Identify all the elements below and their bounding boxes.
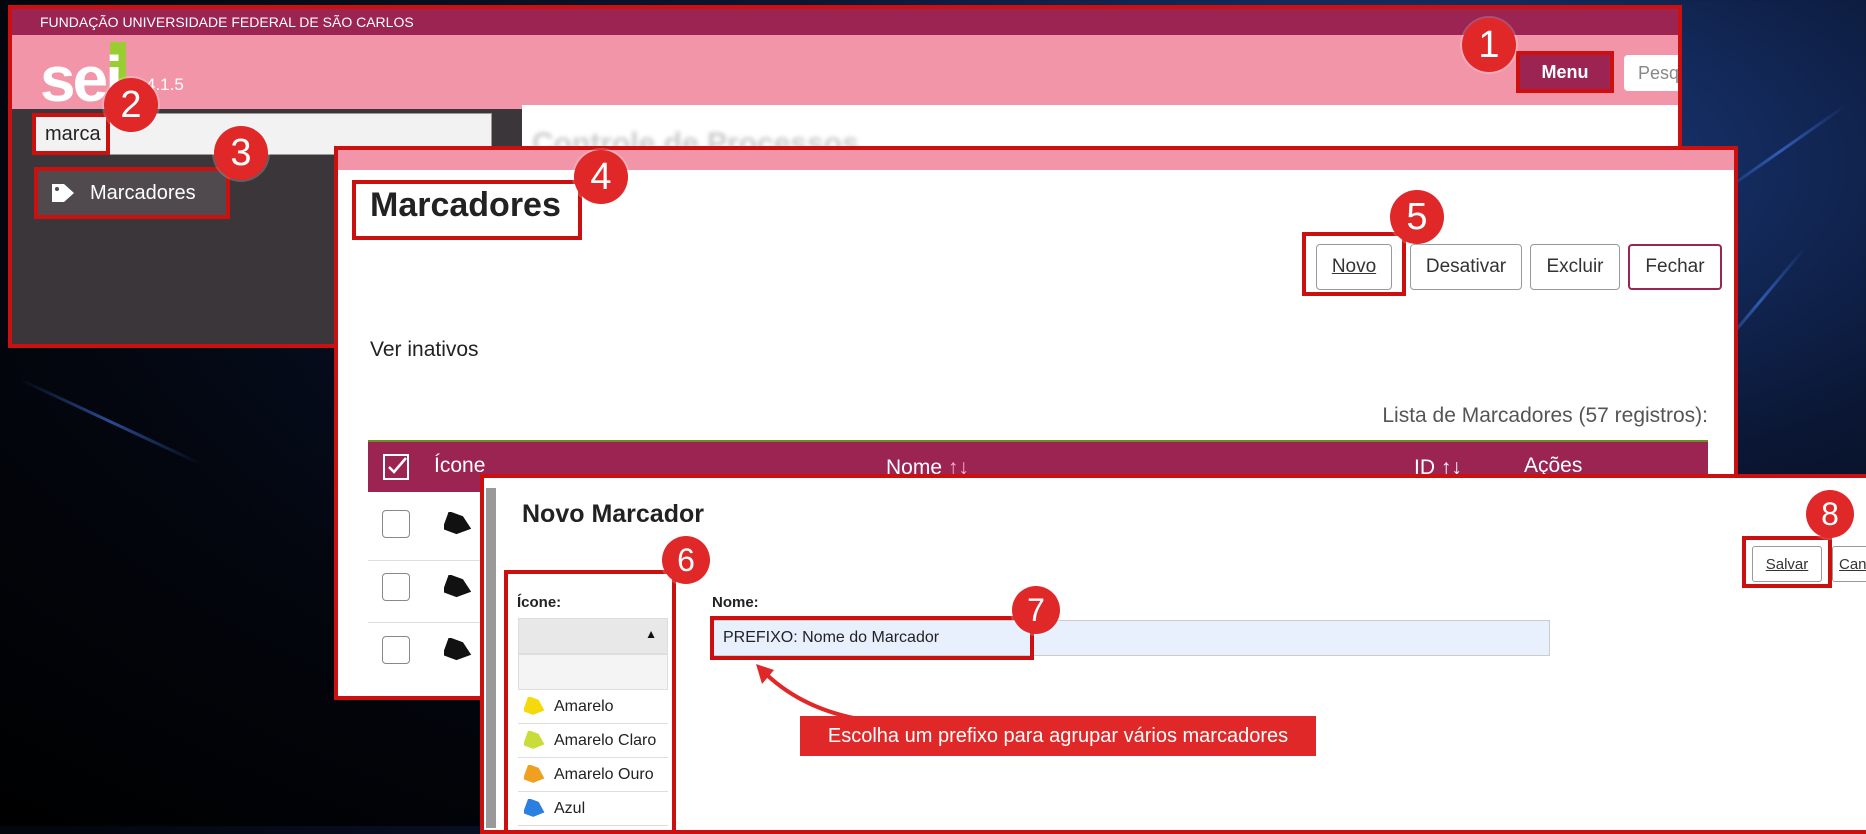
tag-light-yellow-icon [524,730,545,749]
step-badge-7: 7 [1012,586,1060,634]
excluir-button[interactable]: Excluir [1530,244,1620,290]
cancelar-button[interactable]: Canc [1832,546,1866,582]
tag-icon [444,512,472,535]
icone-label: Ícone: [517,594,562,611]
row-checkbox[interactable] [382,510,410,538]
fechar-button[interactable]: Fechar [1628,244,1722,290]
salvar-highlight [1742,536,1832,588]
hint-tooltip: Escolha um prefixo para agrupar vários m… [800,716,1316,756]
icon-option-amarelo-ouro[interactable]: Amarelo Ouro [518,758,668,792]
page-title: Marcadores [370,186,561,224]
menu-item-marcadores[interactable]: Marcadores [34,167,230,219]
search-pesquisa-input[interactable]: Pesq [1624,55,1678,91]
step-badge-5: 5 [1390,190,1444,244]
step-badge-6: 6 [662,536,710,584]
icon-option-azul[interactable]: Azul [518,792,668,826]
tag-icon [50,182,76,204]
row-checkbox[interactable] [382,573,410,601]
institution-bar: FUNDAÇÃO UNIVERSIDADE FEDERAL DE SÃO CAR… [12,9,1678,35]
dialog-title: Novo Marcador [522,500,704,528]
menu-item-label: Marcadores [90,181,196,204]
caret-up-icon: ▲ [645,627,657,641]
nome-label: Nome: [712,594,759,611]
option-label: Amarelo [554,697,614,715]
desativar-button[interactable]: Desativar [1410,244,1522,290]
tag-gold-icon [524,764,545,783]
scrollbar[interactable] [486,488,496,828]
header-band [338,150,1734,170]
background-streak [18,377,202,466]
list-caption: Lista de Marcadores (57 registros): [1382,404,1708,427]
tag-yellow-icon [524,696,545,715]
row-checkbox[interactable] [382,636,410,664]
novo-marcador-dialog: Novo Marcador Ícone: ▲ Amarelo Amarelo C… [480,474,1866,834]
novo-highlight [1302,232,1406,296]
option-label: Azul [554,799,586,817]
option-label: Amarelo Claro [554,731,657,749]
ver-inativos-link[interactable]: Ver inativos [370,338,479,362]
column-header-icone[interactable]: Ícone [434,454,485,478]
header-band [12,35,1678,109]
tag-blue-icon [524,798,545,817]
step-badge-1: 1 [1462,18,1516,72]
tag-icon [444,575,472,598]
icone-select[interactable]: ▲ [518,618,668,654]
icon-option-amarelo[interactable]: Amarelo [518,690,668,724]
step-badge-2: 2 [104,78,158,132]
step-badge-4: 4 [574,150,628,204]
step-badge-8: 8 [1806,490,1854,538]
menu-button[interactable]: Menu [1516,51,1614,93]
step-badge-3: 3 [214,126,268,180]
icon-option-amarelo-claro[interactable]: Amarelo Claro [518,724,668,758]
nome-highlight [710,616,1034,660]
icone-select-empty-option[interactable] [518,654,668,690]
select-all-checkbox[interactable] [382,453,410,487]
option-label: Amarelo Ouro [554,765,654,783]
cancelar-button-label: Canc [1839,555,1866,573]
tag-icon [444,638,472,661]
search-highlight [32,113,110,155]
